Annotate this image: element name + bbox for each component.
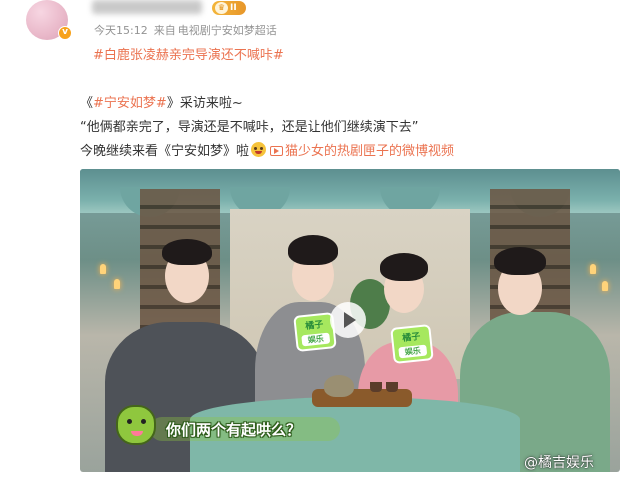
crown-icon: ♛ (215, 2, 228, 14)
post-header: v ♛ II 今天15:12 来自 电视剧宁安如梦超话 (14, 0, 626, 44)
person-2-hair (288, 235, 338, 265)
post-body: 《#宁安如梦#》采访来啦~ “他俩都亲完了，导演还是不喊咔，还是让他们继续演下去… (80, 92, 454, 164)
vip-level: II (230, 3, 237, 13)
brand-card: 橘子 娱乐 (390, 324, 434, 364)
bracket-open: 《 (80, 96, 94, 111)
video-link-icon (270, 146, 284, 156)
post-meta: 今天15:12 来自 电视剧宁安如梦超话 (94, 22, 283, 38)
body-line-2: “他俩都亲完了，导演还是不喊咔，还是让他们继续演下去” (80, 120, 419, 135)
candle-decor (602, 281, 608, 291)
body-line-1: 《#宁安如梦#》采访来啦~ (80, 92, 454, 116)
video-subtitle: 你们两个有起哄么？ (166, 421, 302, 439)
video-link[interactable]: 猫少女的热剧匣子的微博视频 (285, 144, 454, 159)
verified-icon: v (58, 26, 72, 40)
emoji-icon (251, 142, 267, 157)
person-3-hair (380, 253, 428, 281)
topic-hashtag[interactable]: #白鹿张凌赫亲完导演还不喊咔# (93, 44, 284, 63)
play-icon[interactable] (330, 302, 366, 338)
tea-cup (370, 382, 382, 392)
line1-text: 》采访来啦~ (166, 96, 243, 111)
source-prefix: 来自 (153, 24, 176, 37)
video-player[interactable]: 橘子 娱乐 橘子 娱乐 你们两个有起哄么？ @橘吉娱乐 (80, 169, 620, 472)
post-time[interactable]: 今天15:12 (94, 24, 148, 37)
candle-decor (590, 264, 596, 274)
mascot-icon (116, 405, 156, 445)
candle-decor (100, 264, 106, 274)
teapot (324, 375, 354, 397)
source-link[interactable]: 电视剧宁安如梦超话 (178, 24, 277, 37)
person-4-hair (494, 247, 546, 275)
tea-cup (386, 382, 398, 392)
watermark: @橘吉娱乐 (524, 455, 594, 471)
body-line-3: 今晚继续来看《宁安如梦》啦 猫少女的热剧匣子的微博视频 (80, 140, 454, 164)
vip-badge[interactable]: ♛ II (212, 1, 246, 15)
candle-decor (114, 279, 120, 289)
username-blurred[interactable] (92, 0, 202, 14)
person-1-hair (162, 239, 212, 265)
line3-text: 今晚继续来看《宁安如梦》啦 (80, 144, 250, 159)
topic-link[interactable]: #宁安如梦# (93, 96, 167, 111)
